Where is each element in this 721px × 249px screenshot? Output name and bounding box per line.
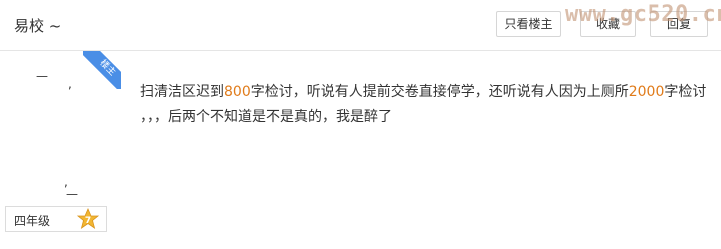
post-text: 字检讨，听说有人提前交卷直接停学，还听说有人因为上厕所 bbox=[250, 84, 629, 100]
post-line: ，，，后两个不知道是不是真的，我是醉了 bbox=[140, 109, 392, 125]
post-number: 2000 bbox=[628, 84, 665, 100]
author-badge: 楼主 bbox=[83, 51, 121, 89]
user-level: 四年级 7 bbox=[5, 206, 107, 232]
top-bar: 易校 ~ 只看楼主 收藏 回复 www.gc520.cn bbox=[0, 0, 721, 51]
avatar-blur-mark: , bbox=[68, 77, 72, 91]
only-author-button[interactable]: 只看楼主 bbox=[496, 11, 561, 37]
avatar-blur-mark: — bbox=[66, 187, 78, 201]
post-line: 扫清洁区迟到800字检讨，听说有人提前交卷直接停学，还听说有人因为上厕所2000… bbox=[140, 80, 710, 105]
avatar-blur-mark: — bbox=[36, 69, 48, 83]
watermark: www.gc520.cn bbox=[565, 2, 721, 27]
author-badge-label: 楼主 bbox=[83, 51, 121, 89]
post-content: 扫清洁区迟到800字检讨，听说有人提前交卷直接停学，还听说有人因为上厕所2000… bbox=[140, 80, 710, 130]
post-text: 扫清洁区迟到 bbox=[140, 84, 224, 100]
level-label: 四年级 bbox=[14, 214, 51, 228]
level-number: 7 bbox=[85, 216, 91, 226]
level-star-icon: 7 bbox=[76, 208, 100, 229]
page-title: 易校 ~ bbox=[14, 17, 62, 35]
post-number: 800 bbox=[224, 84, 251, 100]
post-text: 字检讨 bbox=[664, 84, 707, 100]
